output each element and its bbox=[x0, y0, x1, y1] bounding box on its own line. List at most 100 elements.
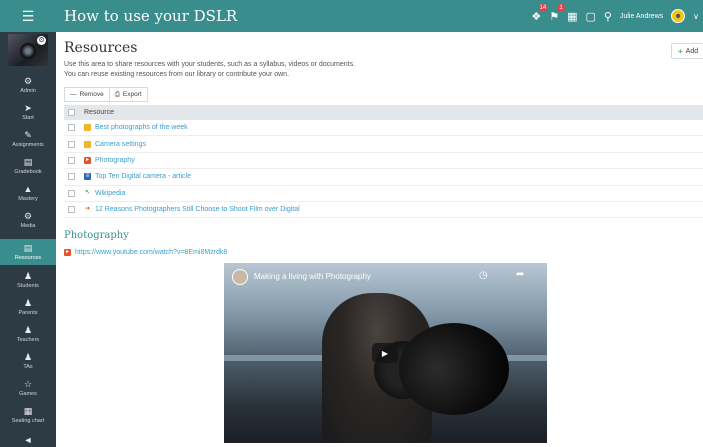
grid-icon[interactable]: ▦ bbox=[567, 10, 577, 23]
search-icon[interactable]: ⚲ bbox=[604, 10, 612, 23]
table-row: ↖ Wikipedia bbox=[64, 186, 703, 202]
table-row: Camera settings bbox=[64, 136, 703, 153]
notification-badge: 1 bbox=[557, 3, 566, 12]
add-label: Add bbox=[685, 47, 699, 55]
user-name[interactable]: Julie Andrews bbox=[620, 13, 663, 20]
resource-link[interactable]: 12 Reasons Photographers Still Choose to… bbox=[95, 206, 300, 213]
youtube-icon: ▸ bbox=[64, 249, 71, 256]
export-label: Export bbox=[122, 91, 142, 98]
youtube-icon: ▸ bbox=[84, 156, 91, 164]
trophy-icon: ☆ bbox=[23, 378, 33, 389]
sidebar-item-seating-chart[interactable]: ▦ Seating chart bbox=[0, 402, 56, 428]
document-icon: ≡ bbox=[84, 173, 91, 181]
person-icon: ♟ bbox=[23, 351, 33, 362]
section-url-link[interactable]: https://www.youtube.com/watch?v=8Emi8Mzr… bbox=[75, 249, 227, 256]
wikipedia-icon: ↖ bbox=[84, 189, 91, 196]
resource-link[interactable]: Best photographs of the week bbox=[95, 124, 188, 131]
sidebar-item-start[interactable]: ➤ Start bbox=[0, 99, 56, 125]
sidebar-item-label: Start bbox=[22, 114, 34, 121]
sidebar-item-label: TAs bbox=[23, 363, 33, 370]
folder-icon bbox=[84, 124, 91, 132]
chevron-down-icon[interactable]: ∨ bbox=[693, 12, 699, 21]
video-player[interactable]: Making a living with Photography ◷ ➦ ▶ bbox=[224, 263, 547, 443]
remove-button[interactable]: — Remove bbox=[64, 87, 110, 102]
notification-badge: 14 bbox=[538, 3, 548, 12]
course-thumbnail[interactable]: ⚙ bbox=[8, 34, 48, 66]
bell-icon[interactable]: ⚑ 1 bbox=[549, 3, 566, 23]
sidebar-item-label: Gradebook bbox=[14, 168, 42, 175]
table-header: Resource bbox=[64, 105, 703, 120]
minus-icon: — bbox=[70, 91, 77, 98]
sidebar-item-assignments[interactable]: ✎ Assignments bbox=[0, 126, 56, 152]
main-content: Resources Use this area to share resourc… bbox=[56, 32, 703, 447]
sidebar-item-students[interactable]: ♟ Students bbox=[0, 267, 56, 293]
gear-icon[interactable]: ⚙ bbox=[37, 36, 46, 45]
sidebar-item-label: Admin bbox=[20, 87, 36, 94]
course-title[interactable]: How to use your DSLR bbox=[64, 7, 237, 25]
watch-later-icon[interactable]: ◷ bbox=[479, 270, 488, 281]
link-arrow-icon: ➜ bbox=[84, 206, 91, 213]
sidebar-item-label: Resources bbox=[14, 254, 42, 261]
resource-link[interactable]: Wikipedia bbox=[95, 190, 125, 197]
user-avatar[interactable]: ☻ bbox=[671, 9, 686, 23]
person-icon: ♟ bbox=[23, 270, 33, 281]
section-url-row: ▸ https://www.youtube.com/watch?v=8Emi8M… bbox=[64, 249, 227, 256]
resource-link[interactable]: Camera settings bbox=[95, 141, 146, 148]
sidebar-item-label: Mastery bbox=[18, 195, 38, 202]
channel-avatar[interactable] bbox=[232, 269, 248, 285]
sidebar-item-announcements[interactable]: ◄ bbox=[0, 428, 56, 447]
arrow-icon: ➤ bbox=[24, 102, 32, 113]
plus-icon: + bbox=[678, 46, 683, 56]
table-row: ≡ Top Ten Digital camera - article bbox=[64, 169, 703, 186]
table-row: ➜ 12 Reasons Photographers Still Choose … bbox=[64, 202, 703, 219]
book-icon[interactable]: ▢ bbox=[585, 10, 595, 23]
intro-line: Use this area to share resources with yo… bbox=[64, 61, 356, 68]
sidebar-item-label: Seating chart bbox=[11, 417, 45, 424]
share-icon[interactable]: ➦ bbox=[516, 269, 524, 280]
resource-link[interactable]: Photography bbox=[95, 157, 135, 164]
row-checkbox[interactable] bbox=[68, 173, 75, 181]
video-title[interactable]: Making a living with Photography bbox=[254, 272, 371, 281]
sidebar-item-gradebook[interactable]: ▤ Gradebook bbox=[0, 153, 56, 179]
row-checkbox[interactable] bbox=[68, 189, 75, 197]
remove-label: Remove bbox=[79, 91, 104, 98]
person-icon: ♟ bbox=[23, 297, 33, 308]
sidebar-item-admin[interactable]: ⚙ Admin bbox=[0, 72, 56, 98]
hamburger-menu-icon[interactable]: ☰ bbox=[0, 0, 56, 32]
gear-icon: ⚙ bbox=[23, 75, 33, 86]
row-checkbox[interactable] bbox=[68, 124, 75, 132]
row-checkbox[interactable] bbox=[68, 206, 75, 214]
export-button[interactable]: ⎙ Export bbox=[109, 87, 148, 102]
camera-lens-image bbox=[20, 43, 36, 59]
sidebar-item-label: Parents bbox=[18, 309, 38, 316]
puzzle-icon[interactable]: ❖ 14 bbox=[531, 3, 548, 23]
play-button-icon[interactable]: ▶ bbox=[372, 343, 398, 363]
resource-toolbar: — Remove ⎙ Export bbox=[64, 87, 148, 102]
video-camera-lens bbox=[399, 323, 509, 415]
select-all-checkbox[interactable] bbox=[68, 109, 75, 116]
sidebar-item-media[interactable]: ⚙ Media bbox=[0, 207, 56, 233]
sidebar-item-label: Assignments bbox=[12, 141, 44, 148]
sidebar-item-teachers[interactable]: ♟ Teachers bbox=[0, 321, 56, 347]
sidebar-item-label: Students bbox=[17, 282, 39, 289]
sidebar-item-games[interactable]: ☆ Games bbox=[0, 375, 56, 401]
add-resource-button[interactable]: + Add bbox=[671, 43, 703, 59]
sidebar-item-label: Media bbox=[20, 222, 36, 229]
sidebar-item-parents[interactable]: ♟ Parents bbox=[0, 294, 56, 320]
sidebar-item-resources[interactable]: ▤ Resources bbox=[0, 239, 56, 265]
row-checkbox[interactable] bbox=[68, 156, 75, 164]
sidebar-item-label: Games bbox=[19, 390, 37, 397]
row-checkbox[interactable] bbox=[68, 140, 75, 148]
intro-line: You can reuse existing resources from ou… bbox=[64, 71, 290, 78]
resource-link[interactable]: Top Ten Digital camera - article bbox=[95, 173, 191, 180]
sidebar-item-tas[interactable]: ♟ TAs bbox=[0, 348, 56, 374]
section-title: Photography bbox=[64, 230, 129, 241]
table-row: ▸ Photography bbox=[64, 153, 703, 170]
column-header-resource: Resource bbox=[84, 109, 114, 116]
assignments-icon: ✎ bbox=[24, 129, 32, 140]
sidebar-item-mastery[interactable]: ▲ Mastery bbox=[0, 180, 56, 206]
top-bar-actions: ❖ 14 ⚑ 1 ▦ ▢ ⚲ Julie Andrews ☻ ∨ bbox=[531, 0, 703, 32]
media-icon: ⚙ bbox=[23, 210, 33, 221]
mastery-icon: ▲ bbox=[23, 183, 33, 194]
gradebook-icon: ▤ bbox=[23, 156, 33, 167]
